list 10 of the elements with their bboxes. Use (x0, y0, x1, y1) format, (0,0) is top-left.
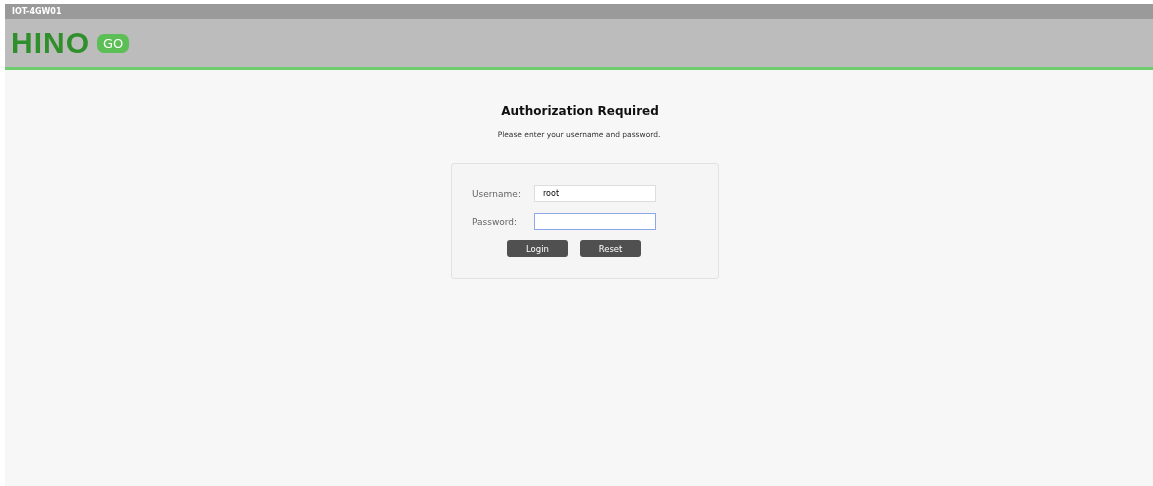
device-name: IOT-4GW01 (12, 7, 62, 16)
password-field[interactable] (534, 213, 656, 230)
field-label: Username: (472, 188, 522, 199)
logo-text: HINO (11, 28, 90, 58)
login-button[interactable]: Login (507, 240, 568, 257)
logo-badge: GO (97, 33, 130, 53)
page-heading: Authorization Required (501, 104, 659, 118)
field-label: Password: (472, 216, 519, 227)
reset-button[interactable]: Reset (580, 240, 641, 257)
username-field[interactable]: root (534, 185, 656, 202)
